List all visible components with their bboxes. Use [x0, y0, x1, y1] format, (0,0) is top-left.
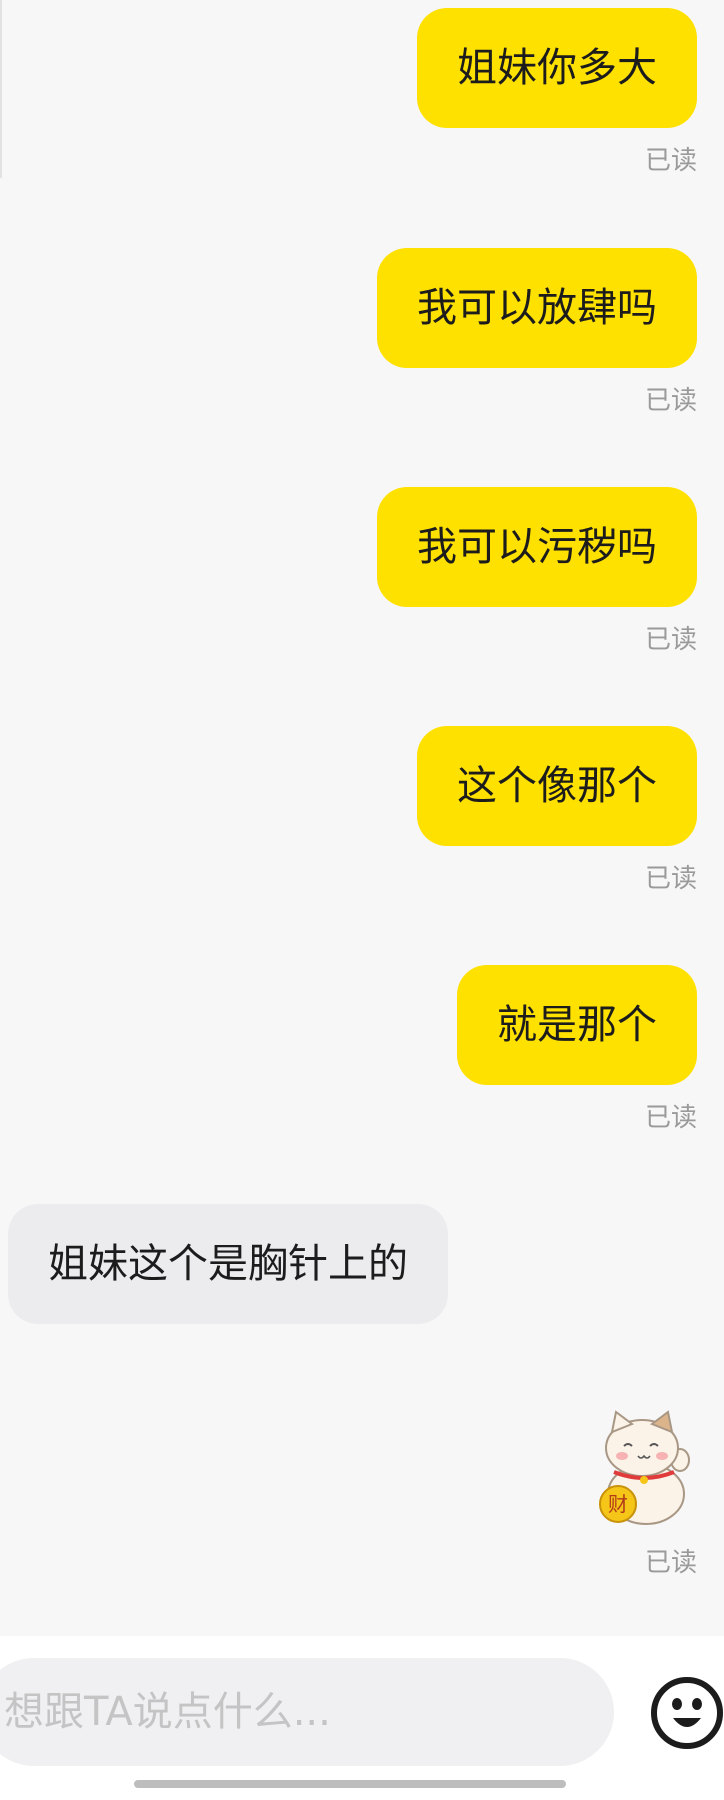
read-status: 已读 — [644, 625, 697, 655]
emoji-button[interactable] — [650, 1676, 724, 1750]
sticker-coin-label: 财 — [608, 1492, 628, 1516]
message-input[interactable] — [0, 1658, 614, 1766]
read-status: 已读 — [644, 1548, 697, 1578]
message-bubble-incoming[interactable]: 姐妹这个是胸针上的 — [8, 1204, 448, 1324]
emoji-face-icon — [651, 1677, 723, 1749]
read-status: 已读 — [644, 864, 697, 894]
message-bubble-outgoing[interactable]: 这个像那个 — [417, 726, 697, 846]
message-bubble-outgoing[interactable]: 我可以污秽吗 — [377, 487, 697, 607]
home-indicator[interactable] — [134, 1780, 566, 1788]
lucky-cat-sticker[interactable]: 财 — [594, 1408, 694, 1528]
message-bubble-outgoing[interactable]: 姐妹你多大 — [417, 8, 697, 128]
chat-screen: 姐妹你多大 已读 我可以放肆吗 已读 我可以污秽吗 已读 这个像那个 已读 就是… — [0, 0, 724, 1800]
message-bubble-outgoing[interactable]: 就是那个 — [457, 965, 697, 1085]
edge-divider — [0, 0, 2, 178]
message-bubble-outgoing[interactable]: 我可以放肆吗 — [377, 248, 697, 368]
read-status: 已读 — [644, 386, 697, 416]
read-status: 已读 — [644, 1103, 697, 1133]
lucky-cat-icon: 财 — [599, 1410, 690, 1525]
read-status: 已读 — [644, 146, 697, 176]
composer-bar — [0, 1636, 724, 1800]
